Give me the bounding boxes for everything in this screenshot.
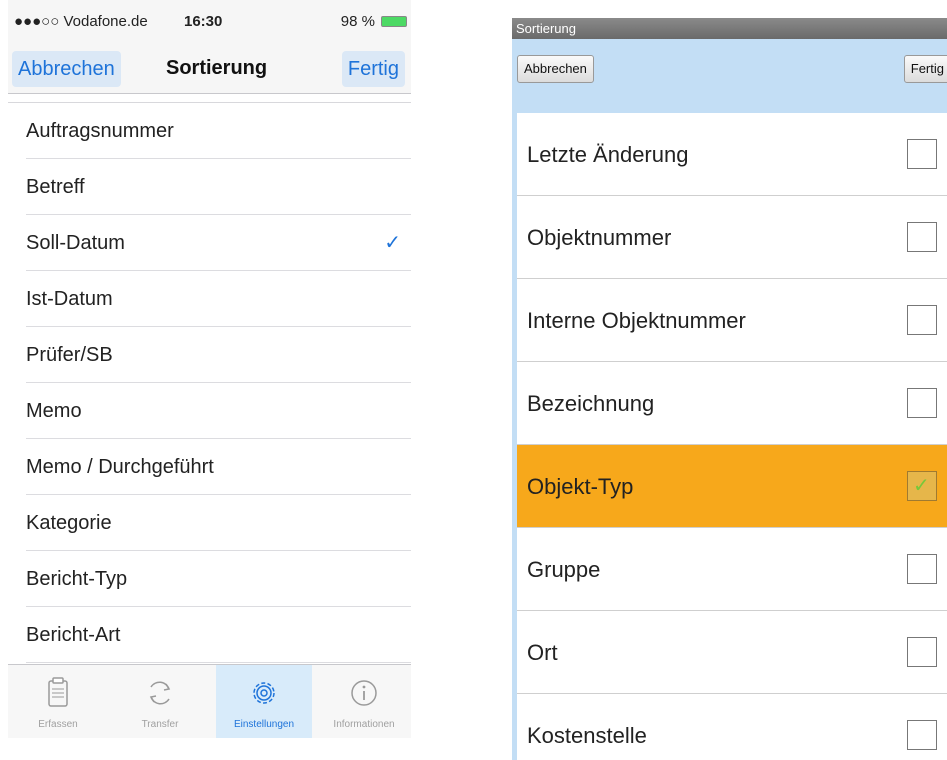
tab-transfer[interactable]: Transfer (112, 665, 208, 738)
clipboard-icon (48, 677, 68, 707)
sort-option-list: Auftragsnummer Betreff Soll-Datum ✓ Ist-D… (8, 102, 411, 663)
list-item-label: Gruppe (527, 557, 601, 582)
list-item[interactable]: Kategorie (26, 495, 411, 551)
tab-informationen[interactable]: Informationen (316, 665, 411, 738)
battery-percent: 98 % (340, 13, 375, 30)
list-item[interactable]: Prüfer/SB (26, 327, 411, 383)
list-item-label: Bericht-Art (26, 624, 121, 646)
navigation-bar: Abbrechen Sortierung Fertig (8, 44, 411, 94)
info-icon (351, 680, 377, 706)
list-item-label: Ort (527, 640, 558, 665)
list-item[interactable]: Bezeichnung (517, 362, 947, 445)
sync-icon (149, 681, 171, 705)
list-item-label: Objekt-Typ (527, 474, 634, 499)
list-item[interactable]: Letzte Änderung (517, 113, 947, 196)
status-right: 98 % (341, 13, 407, 30)
cancel-button[interactable]: Abbrechen (517, 55, 594, 83)
list-item[interactable]: Objektnummer (517, 196, 947, 279)
list-item[interactable]: Auftragsnummer (26, 103, 411, 159)
window-title: Sortierung (512, 18, 947, 39)
list-item-label: Soll-Datum (26, 232, 125, 254)
done-button[interactable]: Fertig (903, 55, 947, 83)
status-bar: ●●●○○ Vodafone.de 16:30 98 % (8, 0, 411, 44)
gear-icon (253, 682, 275, 704)
checkbox-checked[interactable]: ✓ (907, 471, 937, 501)
list-item[interactable]: Interne Objektnummer (517, 279, 947, 362)
checkmark-icon: ✓ (913, 475, 930, 497)
list-item[interactable]: Soll-Datum ✓ (26, 215, 411, 271)
tab-label: Informationen (333, 719, 395, 730)
list-item[interactable]: Memo / Durchgeführt (26, 439, 411, 495)
checkbox[interactable] (907, 139, 937, 169)
list-item-label: Betreff (26, 176, 85, 198)
checkmark-icon: ✓ (384, 232, 401, 254)
tab-label: Transfer (141, 719, 179, 730)
checkbox[interactable] (907, 637, 937, 667)
checkbox[interactable] (907, 720, 937, 750)
list-item-label: Bezeichnung (527, 391, 655, 416)
clock: 16:30 (184, 13, 223, 30)
tab-label: Einstellungen (233, 719, 295, 730)
ios-sort-screen: ●●●○○ Vodafone.de 16:30 98 % Abbrechen S… (8, 0, 411, 738)
action-bar: Abbrechen Fertig (512, 39, 947, 113)
list-item-label: Memo / Durchgeführt (26, 456, 214, 478)
list-item-selected[interactable]: Objekt-Typ ✓ (517, 445, 947, 528)
checkbox[interactable] (907, 305, 937, 335)
cancel-button[interactable]: Abbrechen (12, 51, 121, 87)
android-sort-screen: Sortierung Abbrechen Fertig Letzte Änder… (512, 18, 947, 760)
tab-bar: Erfassen Transfer Einstellungen Informat… (8, 664, 411, 738)
list-item[interactable]: Ist-Datum (26, 271, 411, 327)
sort-option-list: Letzte Änderung Objektnummer Interne Obj… (517, 113, 947, 760)
checkbox[interactable] (907, 222, 937, 252)
checkbox[interactable] (907, 554, 937, 584)
list-item-label: Ist-Datum (26, 288, 113, 310)
tab-label: Erfassen (38, 719, 78, 730)
list-item[interactable]: Ort (517, 611, 947, 694)
carrier-label: ●●●○○ Vodafone.de (14, 13, 148, 30)
tab-erfassen[interactable]: Erfassen (10, 665, 106, 738)
list-item-label: Prüfer/SB (26, 344, 113, 366)
list-item-label: Objektnummer (527, 225, 672, 250)
done-button[interactable]: Fertig (341, 51, 405, 87)
battery-icon (381, 16, 407, 27)
list-item[interactable]: Kostenstelle (517, 694, 947, 760)
list-item[interactable]: Bericht-Typ (26, 551, 411, 607)
list-item[interactable]: Memo (26, 383, 411, 439)
list-item-label: Memo (26, 400, 82, 422)
list-item-label: Bericht-Typ (26, 568, 128, 590)
page-title: Sortierung (166, 57, 268, 79)
list-item-label: Interne Objektnummer (527, 308, 746, 333)
list-item[interactable]: Bericht-Art (26, 607, 411, 663)
list-item[interactable]: Betreff (26, 159, 411, 215)
list-item-label: Letzte Änderung (527, 142, 689, 167)
list-item-label: Kategorie (26, 512, 112, 534)
list-item-label: Kostenstelle (527, 723, 647, 748)
tab-einstellungen[interactable]: Einstellungen (216, 665, 312, 738)
list-item[interactable]: Gruppe (517, 528, 947, 611)
list-item-label: Auftragsnummer (26, 120, 174, 142)
checkbox[interactable] (907, 388, 937, 418)
